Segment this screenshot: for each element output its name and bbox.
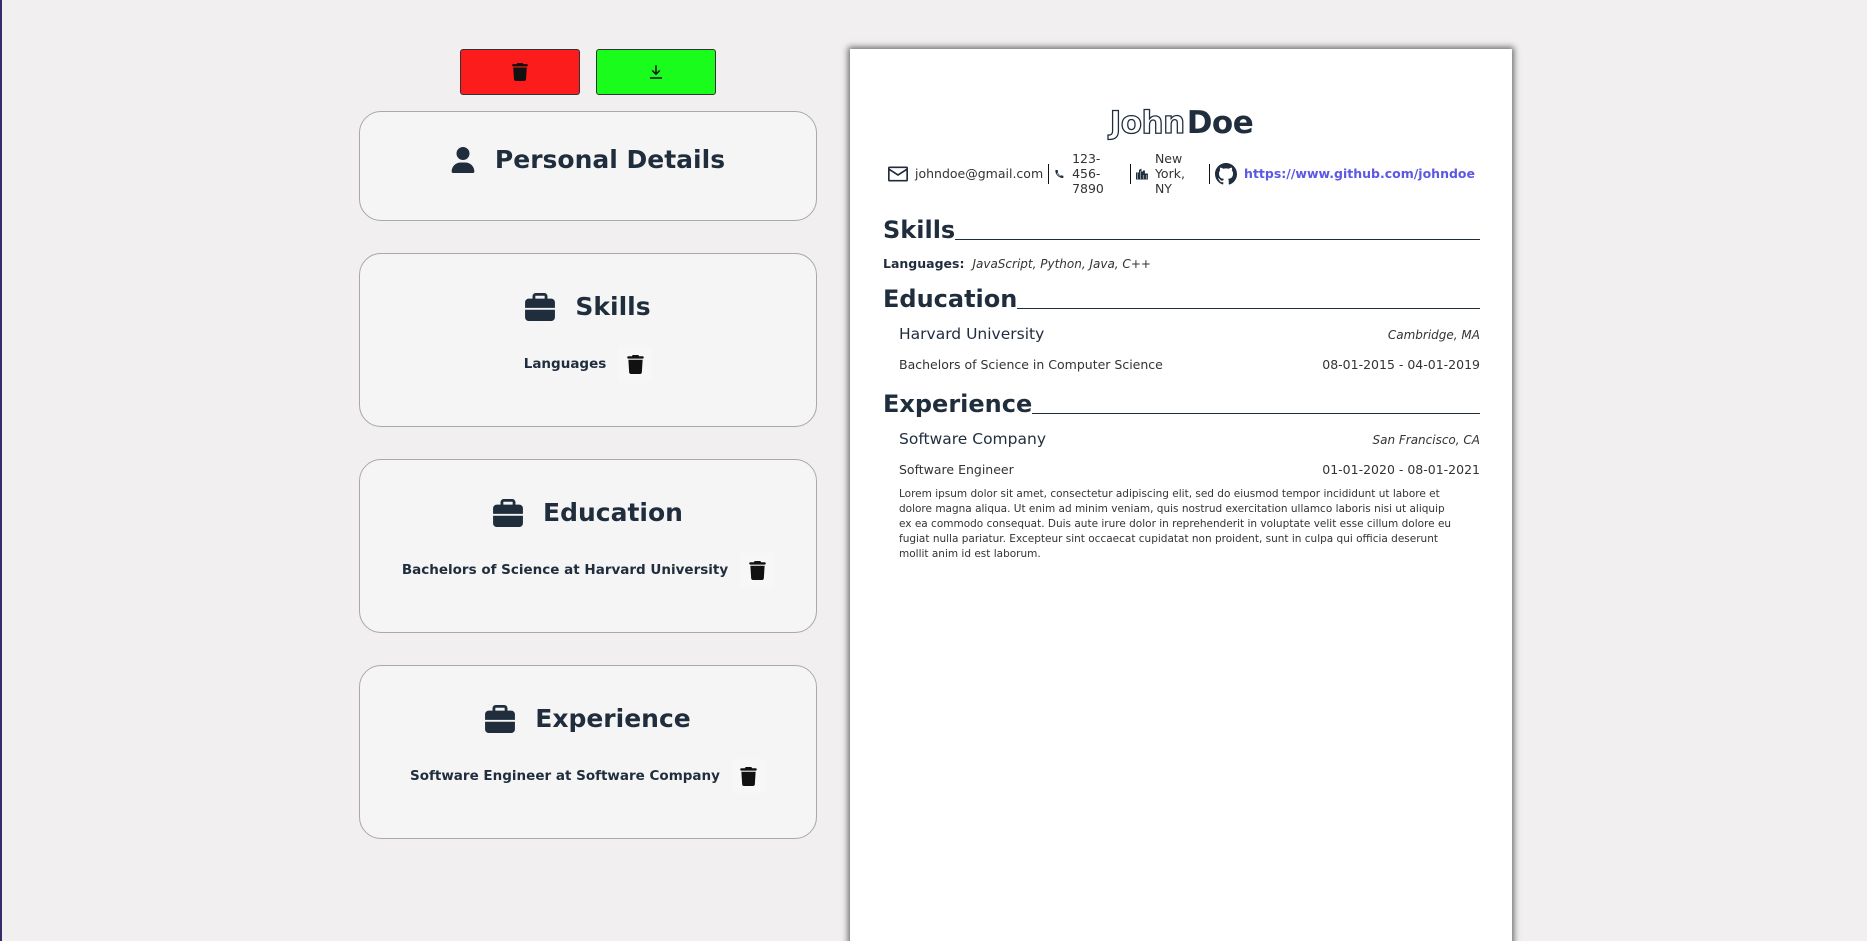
experience-header[interactable]: Experience — [360, 704, 816, 733]
briefcase-icon — [485, 704, 516, 733]
email-text: johndoe@gmail.com — [915, 166, 1044, 181]
toolbar — [460, 49, 716, 95]
degree: Bachelors of Science in Computer Science — [899, 357, 1163, 372]
education-entry: Harvard University Cambridge, MA Bachelo… — [883, 325, 1480, 372]
education-item-label: Bachelors of Science at Harvard Universi… — [401, 562, 729, 578]
section-heading: Education — [883, 285, 1018, 313]
github-icon — [1215, 162, 1238, 184]
skills-header[interactable]: Skills — [360, 292, 816, 321]
job-role: Software Engineer — [899, 462, 1014, 477]
list-item[interactable]: Software Engineer at Software Company — [360, 759, 816, 793]
contact-github: https://www.github.com/johndoe — [1210, 162, 1480, 185]
education-section-title: Education — [883, 287, 1480, 311]
company-location: San Francisco, CA — [1372, 433, 1480, 447]
contact-phone: 123-456-7890 — [1049, 151, 1129, 196]
briefcase-icon — [493, 498, 523, 527]
card-title: Experience — [535, 704, 691, 733]
contact-email: johndoe@gmail.com — [883, 166, 1048, 182]
contact-bar: johndoe@gmail.com 123-456-7890 New York,… — [883, 151, 1480, 196]
delete-education-button[interactable] — [740, 553, 775, 587]
last-name: Doe — [1186, 105, 1254, 141]
section-rule — [1017, 307, 1480, 309]
skills-card: Skills Languages — [359, 253, 817, 427]
section-rule — [1032, 412, 1480, 414]
experience-dates: 01-01-2020 - 08-01-2021 — [1322, 462, 1480, 477]
education-dates: 08-01-2015 - 04-01-2019 — [1322, 357, 1480, 372]
phone-text: 123-456-7890 — [1072, 151, 1104, 196]
contact-location: New York, NY — [1131, 151, 1209, 196]
trash-icon — [740, 766, 758, 786]
section-heading: Experience — [883, 390, 1033, 418]
mail-icon — [888, 166, 908, 181]
experience-entry: Software Company San Francisco, CA Softw… — [883, 430, 1480, 562]
personal-details-card: Personal Details — [359, 111, 817, 221]
section-rule — [955, 238, 1480, 240]
resume-preview: JohnDoe johndoe@gmail.com 123-456-7890 N… — [850, 49, 1512, 941]
education-card: Education Bachelors of Science at Harvar… — [359, 459, 817, 633]
first-name: John — [1109, 104, 1186, 141]
list-item[interactable]: Bachelors of Science at Harvard Universi… — [360, 553, 816, 587]
skill-row: Languages: JavaScript, Python, Java, C++ — [883, 256, 1480, 271]
download-icon — [650, 65, 662, 79]
card-title: Education — [543, 498, 683, 527]
github-link[interactable]: https://www.github.com/johndoe — [1244, 166, 1475, 181]
download-resume-button[interactable] — [596, 49, 716, 95]
delete-skill-button[interactable] — [618, 347, 653, 381]
clear-resume-button[interactable] — [460, 49, 580, 95]
experience-card: Experience Software Engineer at Software… — [359, 665, 817, 839]
skill-label: Languages: — [883, 256, 965, 271]
personal-details-header[interactable]: Personal Details — [360, 145, 816, 174]
city-icon — [1136, 168, 1148, 179]
education-header[interactable]: Education — [360, 498, 816, 527]
phone-icon — [1055, 169, 1064, 178]
skills-section-title: Skills — [883, 218, 1480, 242]
skill-value: JavaScript, Python, Java, C++ — [972, 257, 1151, 271]
experience-section-title: Experience — [883, 392, 1480, 416]
delete-experience-button[interactable] — [731, 759, 766, 793]
trash-icon — [626, 354, 644, 374]
card-title: Personal Details — [494, 145, 726, 174]
resume-name: JohnDoe — [883, 104, 1480, 141]
user-icon — [451, 146, 475, 173]
job-description: Lorem ipsum dolor sit amet, consectetur … — [899, 488, 1452, 560]
school-name: Harvard University — [899, 325, 1045, 343]
experience-item-label: Software Engineer at Software Company — [410, 768, 720, 784]
location-text: New York, NY — [1154, 151, 1185, 196]
trash-icon — [748, 560, 766, 580]
company-name: Software Company — [899, 430, 1046, 448]
card-title: Skills — [575, 292, 651, 321]
section-heading: Skills — [883, 216, 956, 244]
school-location: Cambridge, MA — [1387, 328, 1480, 342]
skill-item-label: Languages — [523, 356, 607, 372]
briefcase-icon — [525, 292, 556, 321]
trash-icon — [512, 63, 528, 81]
list-item[interactable]: Languages — [360, 347, 816, 381]
